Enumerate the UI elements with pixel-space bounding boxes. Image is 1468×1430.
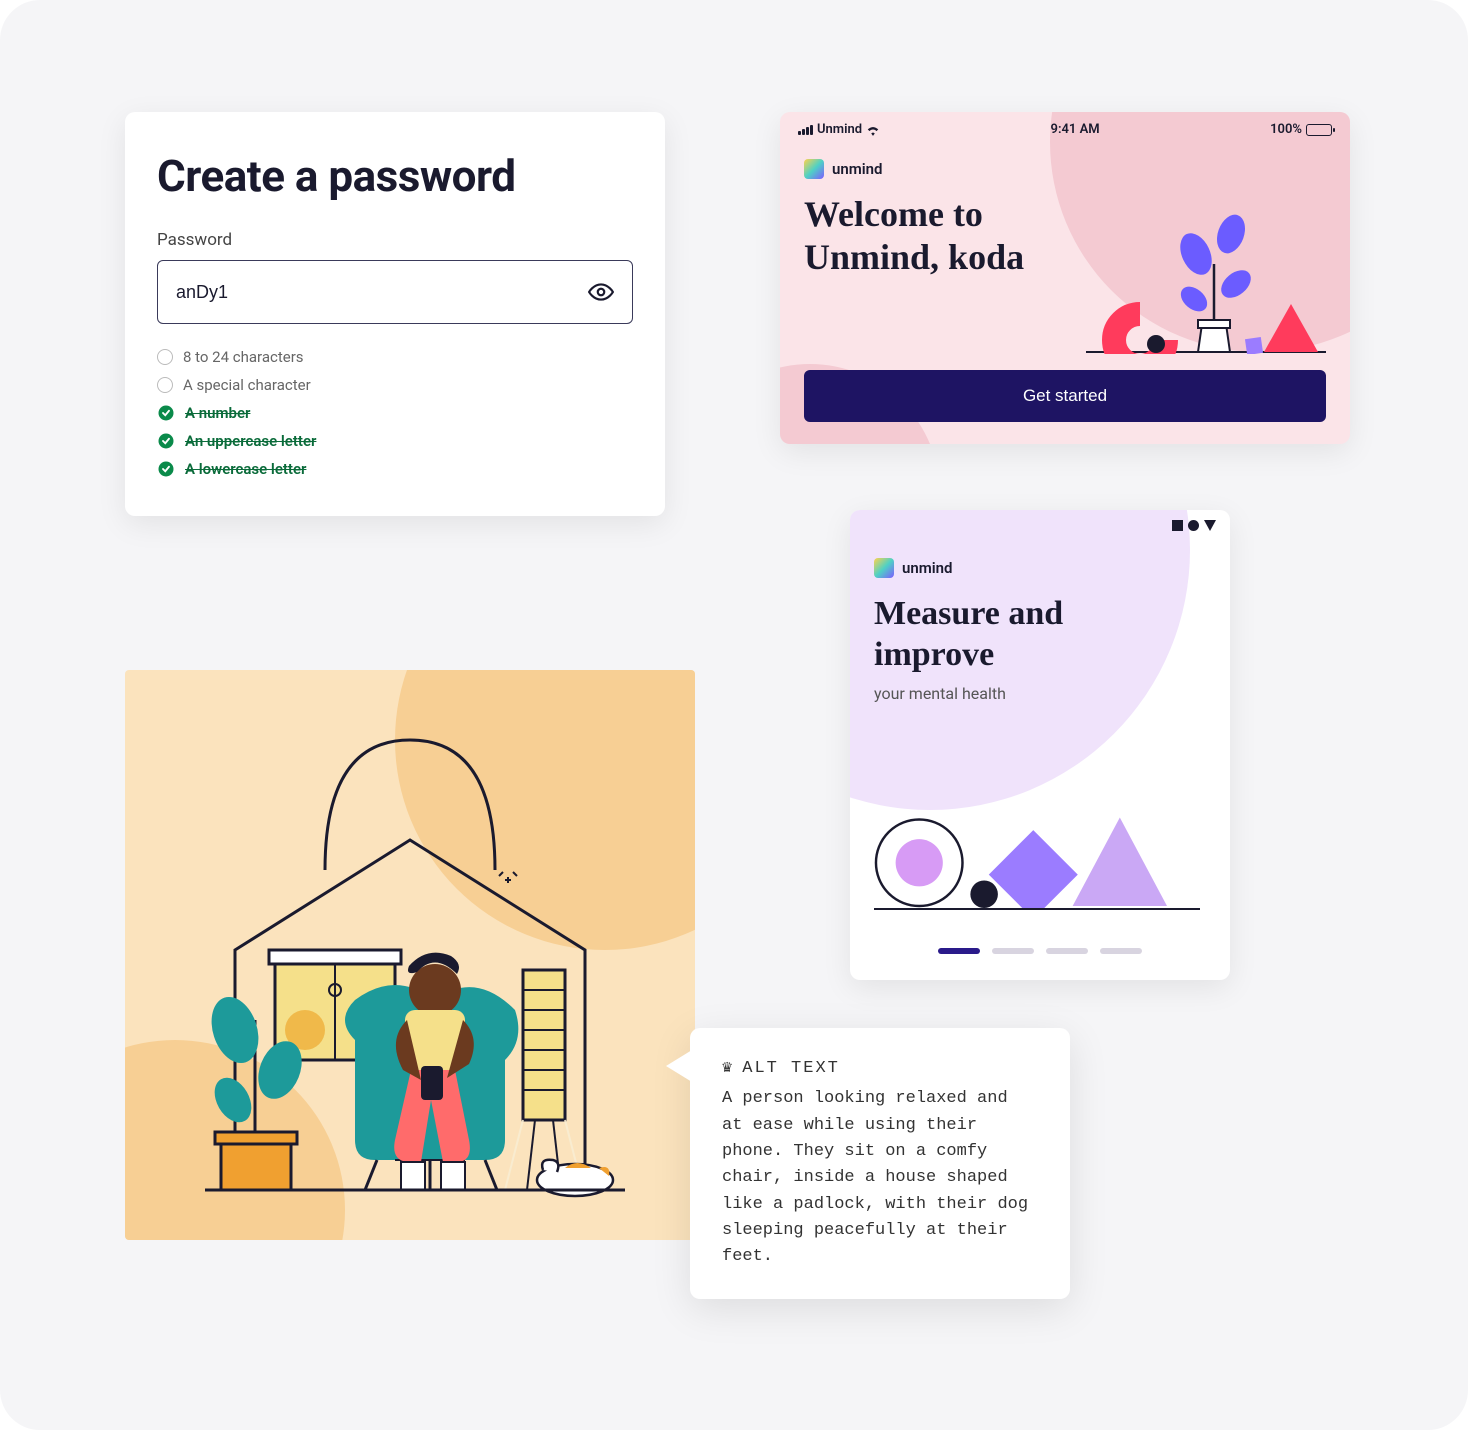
pager-dot[interactable]	[992, 948, 1034, 954]
password-rule: A special character	[157, 376, 633, 394]
pager-dot[interactable]	[1046, 948, 1088, 954]
unmind-logo-icon	[804, 159, 824, 179]
status-bar: Unmind 9:41 AM 100%	[780, 112, 1350, 137]
password-rule: 8 to 24 characters	[157, 348, 633, 366]
wifi-icon	[866, 124, 880, 136]
rule-text: A number	[185, 404, 250, 422]
create-password-card: Create a password Password 8 to 24 chara…	[125, 112, 665, 516]
create-password-title: Create a password	[157, 150, 633, 202]
carrier-name: Unmind	[817, 122, 862, 137]
password-rule: A lowercase letter	[157, 460, 633, 478]
measure-subtitle: your mental health	[850, 680, 1230, 707]
rule-text: 8 to 24 characters	[183, 348, 304, 366]
measure-card: unmind Measure and improve your mental h…	[850, 510, 1230, 980]
password-input[interactable]	[176, 282, 588, 303]
battery-icon	[1306, 124, 1332, 136]
rule-text: A lowercase letter	[185, 460, 306, 478]
canvas-background: Create a password Password 8 to 24 chara…	[0, 0, 1468, 1430]
password-rule: A number	[157, 404, 633, 422]
check-circle-icon	[157, 404, 175, 422]
eye-icon[interactable]	[588, 279, 614, 305]
signal-icon	[798, 125, 813, 135]
alt-text-bubble: ♛ ALT TEXT A person looking relaxed and …	[690, 1028, 1070, 1299]
get-started-button[interactable]: Get started	[804, 370, 1326, 422]
illustration-card	[125, 670, 695, 1240]
alt-text-label-text: ALT TEXT	[742, 1056, 840, 1082]
status-left: Unmind	[798, 122, 880, 137]
check-circle-icon	[157, 432, 175, 450]
rule-text: An uppercase letter	[185, 432, 316, 450]
circle-icon	[157, 349, 173, 365]
password-input-container	[157, 260, 633, 324]
alt-text-label: ♛ ALT TEXT	[722, 1056, 1038, 1082]
rule-text: A special character	[183, 376, 311, 394]
brand-name: unmind	[902, 559, 953, 577]
password-rules-list: 8 to 24 characters A special character A…	[157, 348, 633, 478]
circle-icon	[157, 377, 173, 393]
welcome-title-line: Welcome to	[804, 194, 983, 234]
brand-row: unmind	[780, 137, 1350, 179]
brand-name: unmind	[832, 160, 883, 178]
measure-illustration	[874, 790, 1200, 910]
status-right: 100%	[1270, 122, 1332, 137]
crown-icon: ♛	[722, 1056, 734, 1082]
padlock-house-illustration	[125, 670, 695, 1240]
status-time: 9:41 AM	[1051, 122, 1100, 137]
measure-title: Measure and improve	[850, 578, 1230, 680]
pager-dot[interactable]	[938, 948, 980, 954]
alt-text-body: A person looking relaxed and at ease whi…	[722, 1086, 1038, 1270]
measure-title-line: improve	[874, 636, 994, 673]
welcome-title-line: Unmind, koda	[804, 237, 1024, 277]
measure-title-line: Measure and	[874, 595, 1063, 632]
check-circle-icon	[157, 460, 175, 478]
unmind-logo-icon	[874, 558, 894, 578]
password-rule: An uppercase letter	[157, 432, 633, 450]
pager-dot[interactable]	[1100, 948, 1142, 954]
battery-percent: 100%	[1270, 122, 1302, 137]
brand-row: unmind	[850, 510, 1230, 578]
password-label: Password	[157, 230, 633, 250]
pager-dots	[850, 948, 1230, 954]
bubble-tail	[666, 1050, 692, 1082]
welcome-illustration	[1086, 204, 1326, 354]
welcome-card: Unmind 9:41 AM 100% unmind Welcome to Un…	[780, 112, 1350, 444]
